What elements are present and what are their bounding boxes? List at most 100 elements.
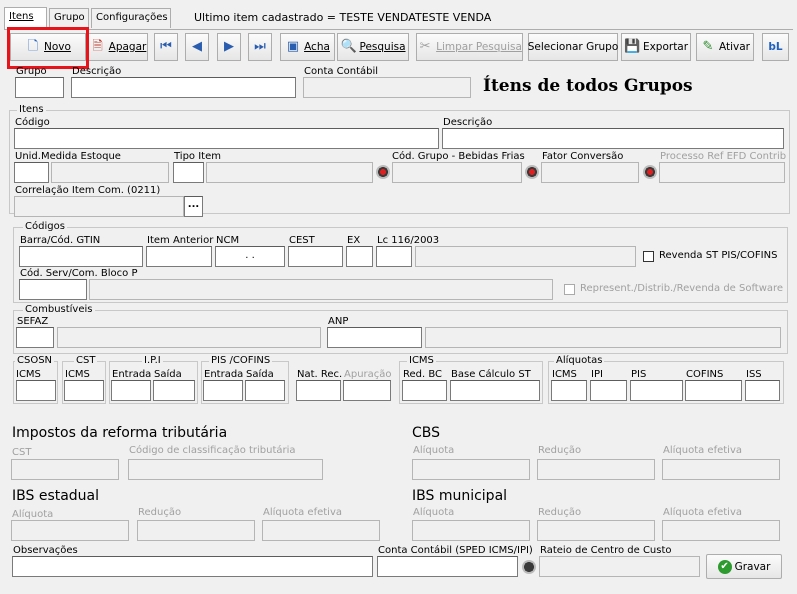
cbs-efetiva-field[interactable] — [662, 459, 780, 480]
exit-icon: bL — [768, 41, 783, 53]
unid-medida-field[interactable] — [14, 162, 49, 183]
ibs-mun-aliquota-field[interactable] — [412, 520, 530, 541]
find-icon: ▣ — [286, 39, 300, 54]
observacoes-field[interactable] — [12, 556, 373, 577]
pis-saida-field[interactable] — [245, 380, 285, 401]
exit-button[interactable]: bL — [762, 33, 789, 61]
conta-contabil-field[interactable] — [303, 77, 471, 98]
toolbar: 🗋 Novo 🗎 Apagar ⏮ ◀ ▶ ⏭ ▣ Acha 🔍 Pesquisa ✂ L… — [8, 33, 789, 61]
barra-field[interactable] — [19, 246, 143, 267]
tipo-item-lookup-icon[interactable] — [376, 165, 390, 179]
ativar-button[interactable]: ✎ Ativar — [696, 33, 754, 61]
lc-field[interactable] — [376, 246, 412, 267]
exportar-button[interactable]: 💾 Exportar — [621, 33, 691, 61]
sefaz-field[interactable] — [16, 327, 54, 348]
aliq-pis-field[interactable] — [630, 380, 683, 401]
cest-field[interactable] — [288, 246, 343, 267]
sefaz-desc-field[interactable] — [57, 327, 321, 348]
cod-grupo-lookup-icon[interactable] — [525, 165, 539, 179]
ibs-est-efetiva-field[interactable] — [262, 520, 380, 541]
descricao-field[interactable] — [442, 128, 784, 149]
tab-grupo[interactable]: Grupo — [49, 8, 89, 28]
ibs-municipal-title: IBS municipal — [412, 488, 508, 504]
apuracao-field[interactable] — [343, 380, 391, 401]
cbs-aliquota-field[interactable] — [412, 459, 530, 480]
next-record-button[interactable]: ▶ — [217, 33, 241, 61]
reforma-codigo-field[interactable] — [128, 459, 323, 480]
previous-record-button[interactable]: ◀ — [185, 33, 209, 61]
aliq-ipi-field[interactable] — [590, 380, 627, 401]
unid-medida-desc-field[interactable] — [51, 162, 169, 183]
descricao-top-field[interactable] — [71, 77, 296, 98]
lc-desc-field[interactable] — [415, 246, 636, 267]
revenda-label: Revenda ST PIS/COFINS — [659, 250, 778, 261]
serv-field[interactable] — [19, 279, 87, 300]
next-icon: ▶ — [224, 39, 234, 54]
search-icon: 🔍 — [340, 39, 357, 54]
ipi-title: I.P.I — [142, 355, 163, 367]
tab-configuracoes[interactable]: Configurações — [91, 8, 171, 28]
represent-checkbox[interactable] — [564, 284, 575, 295]
cbs-efetiva-label: Alíquota efetiva — [663, 445, 742, 456]
correlacao-field[interactable] — [14, 196, 184, 217]
cbs-reducao-field[interactable] — [537, 459, 655, 480]
first-icon: ⏮ — [160, 39, 172, 54]
aliq-iss-field[interactable] — [745, 380, 780, 401]
novo-highlight — [7, 27, 89, 69]
ibs-mun-efetiva-label: Alíquota efetiva — [663, 507, 742, 518]
serv-desc-field[interactable] — [89, 279, 553, 300]
reforma-codigo-label: Código de classificação tributária — [129, 445, 296, 456]
ncm-field[interactable]: . . — [215, 246, 285, 267]
csosn-icms-field[interactable] — [16, 380, 56, 401]
cbs-aliquota-label: Alíquota — [413, 445, 455, 456]
aliq-icms-field[interactable] — [551, 380, 587, 401]
tipo-item-field[interactable] — [173, 162, 204, 183]
cst-title: CST — [74, 355, 98, 367]
fator-conversao-field[interactable] — [541, 162, 639, 183]
processo-ref-field[interactable] — [659, 162, 785, 183]
base-calculo-field[interactable] — [450, 380, 540, 401]
conta-sped-lookup-icon[interactable] — [522, 560, 536, 574]
limpar-pesquisa-button[interactable]: ✂ Limpar Pesquisa — [416, 33, 523, 61]
tipo-item-desc-field[interactable] — [206, 162, 373, 183]
red-bc-field[interactable] — [402, 380, 447, 401]
selecionar-grupo-button[interactable]: Selecionar Grupo — [528, 33, 618, 61]
cbs-reducao-label: Redução — [538, 445, 582, 456]
last-record-button[interactable]: ⏭ — [248, 33, 272, 61]
acha-button[interactable]: ▣ Acha — [280, 33, 335, 61]
codigo-field[interactable] — [14, 128, 439, 149]
item-anterior-field[interactable] — [146, 246, 212, 267]
gravar-button[interactable]: ✔ Gravar — [706, 554, 782, 579]
anp-field[interactable] — [327, 327, 422, 348]
anp-desc-field[interactable] — [425, 327, 781, 348]
rateio-field[interactable] — [539, 556, 700, 577]
reforma-cst-field[interactable] — [11, 459, 119, 480]
cst-icms-field[interactable] — [64, 380, 104, 401]
aliquotas-title: Alíquotas — [554, 355, 605, 367]
pesquisa-button[interactable]: 🔍 Pesquisa — [337, 33, 409, 61]
ibs-est-efetiva-label: Alíquota efetiva — [263, 507, 342, 518]
activate-icon: ✎ — [702, 39, 714, 54]
conta-sped-field[interactable] — [377, 556, 518, 577]
first-record-button[interactable]: ⏮ — [154, 33, 178, 61]
ibs-mun-reducao-field[interactable] — [537, 520, 655, 541]
ipi-entrada-field[interactable] — [111, 380, 151, 401]
delete-icon: 🗎 — [92, 39, 103, 54]
correlacao-browse-button[interactable]: ... — [184, 196, 203, 217]
ibs-est-reducao-field[interactable] — [137, 520, 255, 541]
tab-itens[interactable]: Itens — [4, 7, 47, 29]
cod-grupo-field[interactable] — [392, 162, 522, 183]
grupo-field[interactable] — [15, 77, 64, 98]
ex-field[interactable] — [346, 246, 373, 267]
clear-search-icon: ✂ — [419, 39, 431, 54]
apagar-button[interactable]: 🗎 Apagar — [88, 33, 148, 61]
ibs-mun-efetiva-field[interactable] — [662, 520, 780, 541]
last-icon: ⏭ — [254, 39, 266, 54]
pis-entrada-field[interactable] — [203, 380, 243, 401]
aliq-cofins-field[interactable] — [685, 380, 742, 401]
revenda-checkbox[interactable] — [643, 251, 654, 262]
ibs-est-aliquota-field[interactable] — [11, 520, 129, 541]
fator-lookup-icon[interactable] — [643, 165, 657, 179]
nat-rec-field[interactable] — [296, 380, 341, 401]
ipi-saida-field[interactable] — [153, 380, 195, 401]
